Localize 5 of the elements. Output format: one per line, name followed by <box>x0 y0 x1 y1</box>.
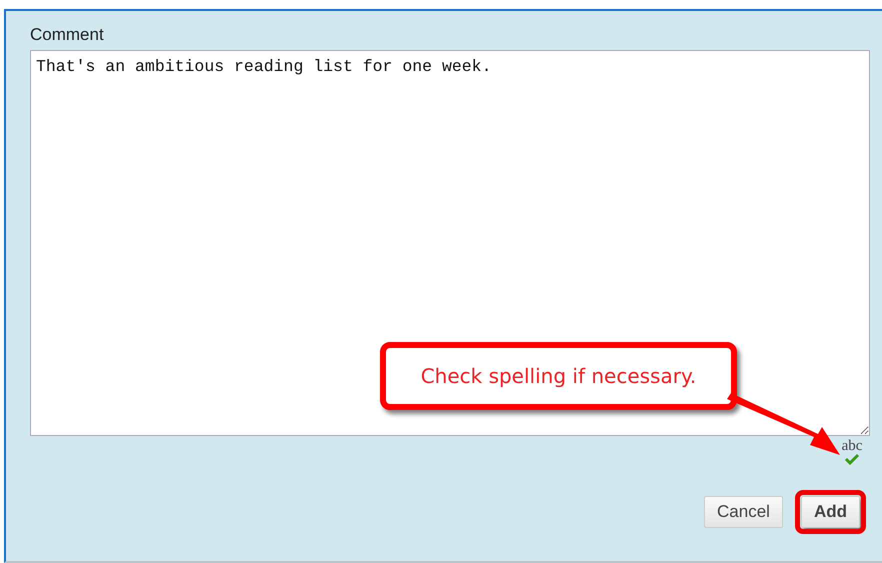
field-label: Comment <box>30 25 105 46</box>
spellcheck-button[interactable]: abc <box>836 439 868 465</box>
cancel-button[interactable]: Cancel <box>704 496 783 528</box>
checkmark-icon <box>844 453 860 465</box>
callout-text: Check spelling if necessary. <box>380 342 737 410</box>
